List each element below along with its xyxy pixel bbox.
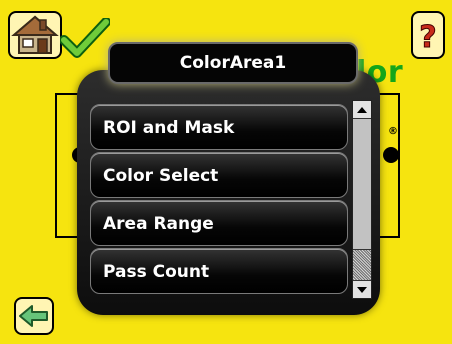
scroll-down-button[interactable] bbox=[353, 280, 371, 298]
down-arrow-icon bbox=[357, 287, 367, 293]
menu-list: ROI and Mask Color Select Area Range Pas… bbox=[90, 100, 348, 300]
menu-item-pass-count[interactable]: Pass Count bbox=[90, 248, 348, 294]
back-button[interactable] bbox=[14, 297, 54, 335]
menu-item-label: Area Range bbox=[103, 214, 214, 234]
menu-item-label: ROI and Mask bbox=[103, 118, 235, 138]
back-arrow-icon bbox=[19, 305, 48, 327]
menu-title-tab: ColorArea1 bbox=[108, 42, 358, 84]
menu-item-label: Color Select bbox=[103, 166, 219, 186]
menu-item-roi-and-mask[interactable]: ROI and Mask bbox=[90, 104, 348, 150]
menu-item-color-select[interactable]: Color Select bbox=[90, 152, 348, 198]
home-button[interactable] bbox=[8, 11, 62, 59]
background-right-lobe bbox=[383, 147, 399, 163]
screen: ® lor ? ColorArea1 ROI and Mask Color Se… bbox=[0, 0, 452, 344]
help-icon: ? bbox=[419, 20, 437, 56]
scroll-up-button[interactable] bbox=[353, 101, 371, 119]
menu-item-label: Pass Count bbox=[103, 262, 210, 282]
home-icon bbox=[11, 15, 59, 54]
scrollbar[interactable] bbox=[352, 100, 372, 299]
help-button[interactable]: ? bbox=[411, 11, 445, 59]
check-icon bbox=[60, 18, 110, 58]
svg-text:?: ? bbox=[419, 20, 436, 55]
menu-title: ColorArea1 bbox=[179, 53, 287, 73]
scroll-thumb[interactable] bbox=[353, 249, 371, 281]
up-arrow-icon bbox=[357, 107, 367, 113]
menu-item-area-range[interactable]: Area Range bbox=[90, 200, 348, 246]
registered-mark: ® bbox=[388, 126, 398, 137]
